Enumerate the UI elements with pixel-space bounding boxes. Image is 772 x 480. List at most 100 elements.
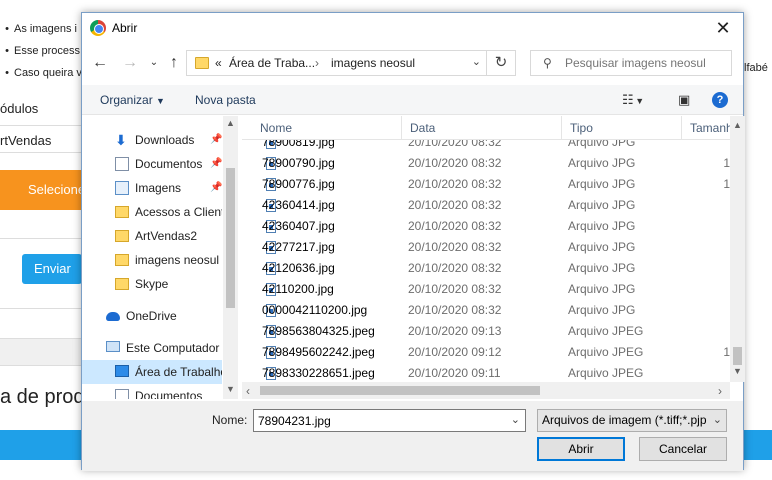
file-type-filter-value: Arquivos de imagem (*.tiff;*.pjp bbox=[542, 413, 707, 427]
nav-item-documentos-2[interactable]: Documentos bbox=[82, 384, 222, 399]
view-options-icon[interactable]: ☷ ▼ bbox=[622, 92, 644, 108]
file-list-scrollbar[interactable]: ▲ ▼ bbox=[730, 116, 745, 382]
file-row[interactable]: 78900819.jpg 20/10/2020 08:32 Arquivo JP… bbox=[242, 140, 730, 153]
close-button[interactable]: ✕ bbox=[703, 13, 743, 43]
forward-arrow-icon[interactable]: → bbox=[120, 53, 140, 73]
nav-item-documentos[interactable]: Documentos 📌 bbox=[82, 152, 222, 176]
dialog-title: Abrir bbox=[112, 21, 138, 35]
file-row[interactable]: 0000042110200.jpg 20/10/2020 08:32 Arqui… bbox=[242, 300, 730, 321]
recent-dropdown-icon[interactable]: ⌄ bbox=[144, 53, 164, 73]
nav-item-este-computador[interactable]: Este Computador bbox=[82, 336, 222, 360]
nav-item-label: OneDrive bbox=[126, 309, 177, 323]
file-name: 78900819.jpg bbox=[262, 140, 335, 149]
up-arrow-icon[interactable]: ↑ bbox=[164, 53, 184, 73]
file-row[interactable]: 7898563804325.jpeg 20/10/2020 09:13 Arqu… bbox=[242, 321, 730, 342]
file-row[interactable]: 42110200.jpg 20/10/2020 08:32 Arquivo JP… bbox=[242, 279, 730, 300]
refresh-icon[interactable]: ↻ bbox=[486, 50, 516, 76]
scroll-down-icon[interactable]: ▼ bbox=[223, 384, 238, 394]
chevron-down-icon[interactable]: ⌄ bbox=[511, 413, 520, 426]
nav-item-skype[interactable]: Skype bbox=[82, 272, 222, 296]
nav-scrollbar[interactable]: ▲ ▼ bbox=[223, 116, 238, 399]
file-name-input[interactable] bbox=[258, 413, 498, 429]
address-bar[interactable]: « Área de Traba... › imagens neosul ⌄ bbox=[186, 50, 516, 76]
file-date: 20/10/2020 09:13 bbox=[408, 324, 502, 338]
file-type: Arquivo JPG bbox=[568, 219, 636, 233]
chrome-icon bbox=[90, 20, 106, 36]
file-row[interactable]: 42360407.jpg 20/10/2020 08:32 Arquivo JP… bbox=[242, 216, 730, 237]
file-type: Arquivo JPG bbox=[568, 156, 636, 170]
file-row[interactable]: 7898495602242.jpeg 20/10/2020 09:12 Arqu… bbox=[242, 342, 730, 363]
nav-item-imagens[interactable]: Imagens 📌 bbox=[82, 176, 222, 200]
file-name: 78900776.jpg bbox=[262, 177, 335, 191]
file-row[interactable]: 42360414.jpg 20/10/2020 08:32 Arquivo JP… bbox=[242, 195, 730, 216]
send-button[interactable]: Enviar bbox=[22, 254, 82, 284]
nav-item-label: Skype bbox=[135, 277, 169, 291]
breadcrumb-prefix: « bbox=[215, 56, 222, 70]
search-box[interactable]: ⚲ bbox=[530, 50, 732, 76]
folder-icon bbox=[115, 230, 129, 242]
navigation-row: ← → ⌄ ↑ « Área de Traba... › imagens neo… bbox=[82, 47, 743, 79]
file-row[interactable]: 42120636.jpg 20/10/2020 08:32 Arquivo JP… bbox=[242, 258, 730, 279]
search-input[interactable] bbox=[565, 54, 725, 72]
breadcrumb-desktop[interactable]: Área de Traba... bbox=[229, 56, 315, 70]
file-name: 42277217.jpg bbox=[262, 240, 335, 254]
file-row[interactable]: 78900790.jpg 20/10/2020 08:32 Arquivo JP… bbox=[242, 153, 730, 174]
file-type-filter[interactable]: Arquivos de imagem (*.tiff;*.pjp ⌄ bbox=[537, 409, 727, 432]
file-type: Arquivo JPG bbox=[568, 140, 636, 149]
documents-icon bbox=[115, 157, 129, 171]
open-button[interactable]: Abrir bbox=[537, 437, 625, 461]
select-file-button[interactable]: Selecione bbox=[0, 170, 82, 210]
scroll-left-icon[interactable]: ‹ bbox=[246, 384, 250, 398]
column-type[interactable]: Tipo bbox=[562, 116, 682, 140]
scroll-down-icon[interactable]: ▼ bbox=[730, 366, 745, 376]
onedrive-icon bbox=[106, 312, 120, 321]
file-row[interactable]: 7898330228651.jpeg 20/10/2020 09:11 Arqu… bbox=[242, 363, 730, 382]
scroll-right-icon[interactable]: › bbox=[718, 384, 722, 398]
documents-icon bbox=[115, 389, 129, 399]
pin-icon: 📌 bbox=[210, 182, 222, 193]
scroll-up-icon[interactable]: ▲ bbox=[223, 118, 238, 128]
nav-item-label: ArtVendas2 bbox=[135, 229, 198, 243]
cancel-button[interactable]: Cancelar bbox=[639, 437, 727, 461]
column-date[interactable]: Data bbox=[402, 116, 562, 140]
file-type: Arquivo JPG bbox=[568, 282, 636, 296]
scroll-thumb[interactable] bbox=[226, 168, 235, 308]
organize-menu[interactable]: Organizar ▼ bbox=[100, 93, 165, 107]
bullet-text: Caso queira v bbox=[14, 67, 82, 79]
nav-item-downloads[interactable]: ⬇ Downloads 📌 bbox=[82, 128, 222, 152]
file-type: Arquivo JPEG bbox=[568, 324, 644, 338]
chevron-down-icon[interactable]: ⌄ bbox=[472, 55, 481, 68]
file-name: 7898330228651.jpeg bbox=[262, 366, 375, 380]
file-name: 0000042110200.jpg bbox=[262, 303, 368, 317]
file-name: 42120636.jpg bbox=[262, 261, 335, 275]
folder-icon bbox=[115, 206, 129, 218]
scroll-thumb[interactable] bbox=[260, 386, 540, 395]
nav-item-imagens-neosul[interactable]: imagens neosul bbox=[82, 248, 222, 272]
nav-item-area-de-trabalho[interactable]: Área de Trabalho bbox=[82, 360, 222, 384]
nav-item-label: Documentos bbox=[135, 157, 203, 171]
grey-band bbox=[0, 338, 82, 366]
file-row[interactable]: 42277217.jpg 20/10/2020 08:32 Arquivo JP… bbox=[242, 237, 730, 258]
navigation-pane: ⬇ Downloads 📌 Documentos 📌 Imagens 📌 Ace… bbox=[82, 116, 238, 399]
chevron-down-icon: ⌄ bbox=[709, 410, 722, 431]
new-folder-button[interactable]: Nova pasta bbox=[195, 93, 256, 107]
scroll-thumb[interactable] bbox=[733, 347, 742, 365]
help-icon[interactable]: ? bbox=[712, 92, 728, 108]
artvendas-label: rtVendas bbox=[0, 133, 52, 148]
nav-item-onedrive[interactable]: OneDrive bbox=[82, 304, 222, 328]
file-type: Arquivo JPG bbox=[568, 198, 636, 212]
desktop-icon bbox=[115, 365, 129, 377]
search-icon: ⚲ bbox=[543, 56, 552, 70]
nav-item-artvendas2[interactable]: ArtVendas2 bbox=[82, 224, 222, 248]
scroll-up-icon[interactable]: ▲ bbox=[730, 120, 745, 130]
nav-item-label: Downloads bbox=[135, 133, 195, 147]
file-name-field[interactable]: ⌄ bbox=[253, 409, 526, 432]
open-file-dialog: Abrir ✕ ← → ⌄ ↑ « Área de Traba... › ima… bbox=[81, 12, 745, 471]
preview-pane-icon[interactable]: ▣ bbox=[678, 92, 690, 108]
file-row[interactable]: 78900776.jpg 20/10/2020 08:32 Arquivo JP… bbox=[242, 174, 730, 195]
back-arrow-icon[interactable]: ← bbox=[90, 53, 110, 73]
horizontal-scrollbar[interactable]: ‹ › bbox=[242, 382, 730, 399]
column-name[interactable]: Nome bbox=[252, 116, 402, 140]
breadcrumb-imagens-neosul[interactable]: imagens neosul bbox=[331, 56, 415, 70]
nav-item-acessos[interactable]: Acessos a Client bbox=[82, 200, 222, 224]
